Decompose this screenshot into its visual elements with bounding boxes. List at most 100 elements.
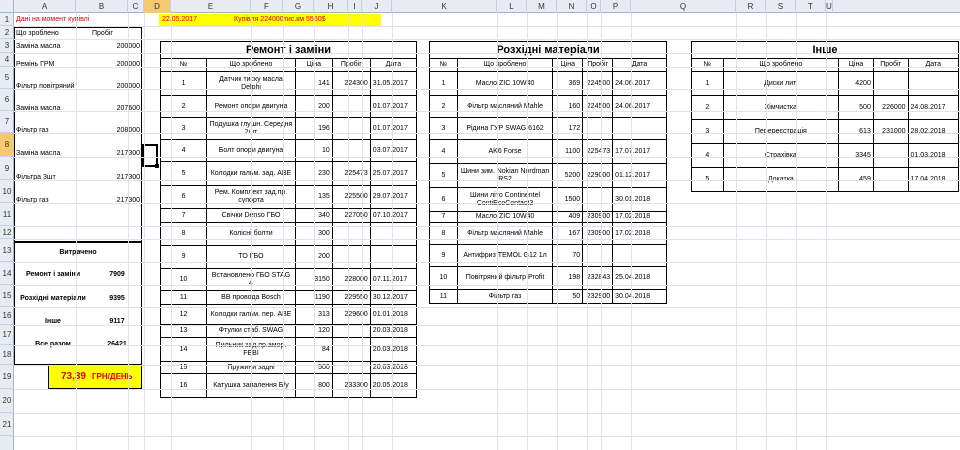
other-cell[interactable]: 4200 (838, 71, 874, 96)
repairs-row[interactable]: 2 Ремонт опори двигуна 200 01.07.2017 (159, 95, 418, 118)
consumables-cell[interactable]: 11 (429, 289, 458, 304)
row-header-20[interactable]: 20 (0, 389, 14, 413)
repairs-cell[interactable]: 225473 (331, 161, 371, 186)
repairs-cell[interactable] (331, 95, 371, 118)
other-cell[interactable]: 226000 (872, 95, 909, 120)
consumables-cell[interactable]: 1 (429, 71, 458, 96)
column-header-R[interactable]: R (736, 0, 766, 13)
other-cell[interactable]: 01.03.2018 (907, 143, 960, 168)
column-header-U[interactable]: U (826, 0, 833, 13)
consumables-cell[interactable]: Масло ZIC 10W40 (456, 71, 554, 96)
other-cell[interactable]: Диски лит. (722, 71, 840, 96)
other-cell[interactable]: Хімчистка (722, 95, 840, 120)
consumables-cell[interactable]: Антифриз TEMOL G12 1л (456, 244, 554, 267)
consumables-cell[interactable]: 6 (429, 187, 458, 212)
consumables-cell[interactable]: Масло ZIC 10W40 (456, 211, 554, 223)
repairs-cell[interactable]: 4 (159, 139, 208, 162)
purchase-mileage[interactable]: 217300 (90, 166, 142, 189)
consumables-cell[interactable]: 30.04.2018 (612, 289, 667, 304)
column-header-Q[interactable]: Q (631, 0, 736, 13)
repairs-cell[interactable]: 229550 (331, 290, 371, 305)
other-cell[interactable]: 4 (691, 143, 724, 168)
purchase-item[interactable]: Фільтра 3шт (14, 166, 90, 189)
column-header-L[interactable]: L (497, 0, 527, 13)
other-row[interactable]: 4 Страхівка 3345 01.03.2018 (691, 143, 960, 168)
repairs-cell[interactable]: 20.03.2018 (369, 324, 418, 338)
sheet-grid[interactable]: Дані на момент купівлі 22.05.2017 Купівл… (14, 13, 960, 450)
other-cell[interactable]: 231000 (872, 119, 909, 144)
row-header-5[interactable]: 5 (0, 67, 14, 89)
repairs-cell[interactable]: 15 (159, 361, 208, 374)
column-header-T[interactable]: T (796, 0, 826, 13)
repairs-row[interactable]: 11 ВВ провода Bosch 1190 229550 30.12.2017 (159, 290, 418, 305)
column-header-D[interactable]: D (144, 0, 171, 13)
select-all-corner[interactable] (0, 0, 14, 13)
consumables-cell[interactable]: Фільтр масляний Mahle (456, 95, 554, 118)
repairs-row[interactable]: 1 Датчик тиску масла Delphi 141 224300 31.05… (159, 71, 418, 96)
consumables-cell[interactable]: 2 (429, 95, 458, 118)
purchase-mileage[interactable]: 200000 (90, 76, 142, 98)
repairs-cell[interactable]: 30.12.2017 (369, 290, 418, 305)
column-header-B[interactable]: B (76, 0, 128, 13)
column-header-N[interactable]: N (557, 0, 587, 13)
repairs-cell[interactable]: 224300 (331, 71, 371, 96)
row-header-3[interactable]: 3 (0, 39, 14, 53)
other-cell[interactable] (907, 71, 960, 96)
repairs-cell[interactable]: 20.03.2018 (369, 337, 418, 362)
repairs-cell[interactable]: 07.10.2017 (369, 208, 418, 223)
repairs-cell[interactable]: 01.07.2017 (369, 117, 418, 140)
consumables-cell[interactable]: 3 (429, 117, 458, 140)
repairs-row[interactable]: 13 Фтулки стаб. SWAG 120 20.03.2018 (159, 324, 418, 338)
consumables-cell[interactable]: 10 (429, 266, 458, 290)
purchase-item[interactable]: Фільтр газ (14, 189, 90, 212)
repairs-cell[interactable]: 03.07.2017 (369, 139, 418, 162)
repairs-cell[interactable]: 7 (159, 208, 208, 223)
consumables-cell[interactable]: Шини літо Continentel ContiEcoContact3 (456, 187, 554, 212)
column-header-O[interactable]: O (587, 0, 601, 13)
repairs-row[interactable]: 15 Пружини задні 500 20.03.2018 (159, 361, 418, 374)
repairs-cell[interactable] (331, 245, 371, 269)
purchase-item[interactable]: Ремінь ГРМ (14, 54, 90, 76)
consumables-cell[interactable]: 7 (429, 211, 458, 223)
purchase-item[interactable]: Фільтр повітряний (14, 76, 90, 98)
row-header-19[interactable]: 19 (0, 365, 14, 389)
row-header-9[interactable]: 9 (0, 157, 14, 180)
consumables-cell[interactable]: Шини зим. Nokian Nordman RS2 (456, 163, 554, 188)
column-header-G[interactable]: G (283, 0, 314, 13)
row-header-21[interactable]: 21 (0, 413, 14, 436)
repairs-row[interactable]: 7 Свічки Denso ГБО 340 227050 07.10.2017 (159, 208, 418, 223)
column-header-C[interactable]: C (128, 0, 144, 13)
repairs-row[interactable]: 3 Подушка глушн. Середня 2шт 196 01.07.2017 (159, 117, 418, 140)
other-cell[interactable]: Страхівка (722, 143, 840, 168)
other-row[interactable]: 2 Хімчистка 500 226000 24.08.2017 (691, 95, 960, 120)
other-cell[interactable] (872, 143, 909, 168)
repairs-cell[interactable] (369, 245, 418, 269)
row-header-15[interactable]: 15 (0, 285, 14, 307)
repairs-row[interactable]: 9 ТО ГБО 200 (159, 245, 418, 269)
repairs-row[interactable]: 10 Встановлено ГБО STAG 4 3150 228000 07.11.… (159, 268, 418, 291)
purchase-mileage[interactable]: 200000 (90, 40, 142, 54)
column-header-M[interactable]: M (527, 0, 557, 13)
purchase-mileage[interactable]: 208000 (90, 120, 142, 142)
other-cell[interactable]: 3 (691, 119, 724, 144)
consumables-cell[interactable]: 25.04.2018 (612, 266, 667, 290)
row-header-16[interactable]: 16 (0, 307, 14, 325)
other-cell[interactable]: 28.02.2018 (907, 119, 960, 144)
consumables-cell[interactable]: Повітряний фільтр Profit (456, 266, 554, 290)
repairs-cell[interactable]: 228000 (331, 268, 371, 291)
repairs-cell[interactable] (331, 324, 371, 338)
row-header-11[interactable]: 11 (0, 203, 14, 226)
column-header-K[interactable]: K (392, 0, 497, 13)
column-header-S[interactable]: S (766, 0, 796, 13)
column-header-H[interactable]: H (314, 0, 348, 13)
repairs-cell[interactable]: 16 (159, 373, 208, 398)
consumables-cell[interactable]: 24.06.2017 (612, 95, 667, 118)
row-header-8[interactable]: 8 (0, 133, 14, 157)
repairs-cell[interactable]: 31.05.2017 (369, 71, 418, 96)
consumables-cell[interactable]: Фільтр газ (456, 289, 554, 304)
repairs-cell[interactable]: 10 (159, 268, 208, 291)
consumables-cell[interactable]: 30.01.2018 (612, 187, 667, 212)
column-header-P[interactable]: P (601, 0, 631, 13)
repairs-row[interactable]: 6 Рем. Комплект зад.пр. супорта 135 225500 2… (159, 185, 418, 209)
row-header-6[interactable]: 6 (0, 89, 14, 111)
